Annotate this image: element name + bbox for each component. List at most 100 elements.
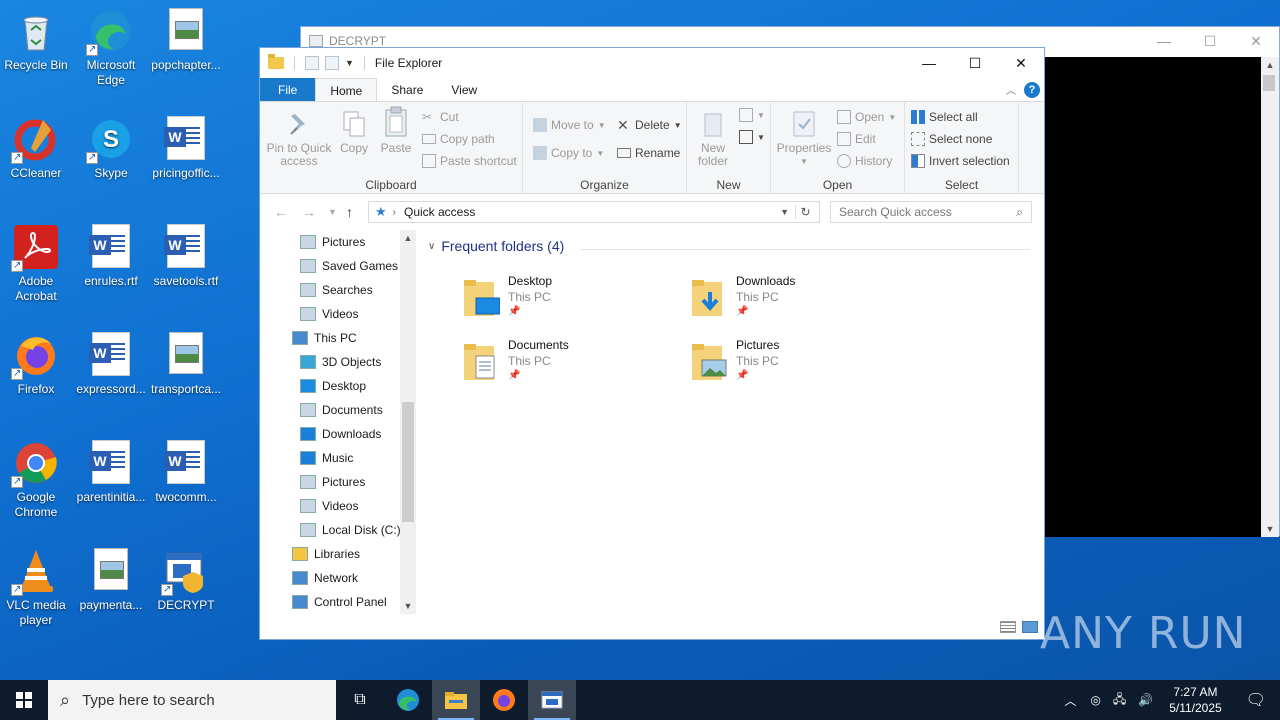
- paste-shortcut-button[interactable]: Paste shortcut: [422, 154, 517, 168]
- pin-quick-access-button[interactable]: Pin to Quick access: [266, 110, 332, 168]
- address-box[interactable]: ★ › Quick access ▼ ↻: [368, 201, 820, 223]
- history-button[interactable]: History: [837, 154, 892, 168]
- tab-view[interactable]: View: [437, 78, 491, 101]
- desktop-icon-expressord[interactable]: W expressord...: [75, 332, 147, 397]
- taskbar-firefox-button[interactable]: [480, 680, 528, 720]
- decrypt-scroll-thumb[interactable]: [1263, 75, 1275, 91]
- breadcrumb[interactable]: Quick access: [404, 205, 475, 219]
- invert-selection-button[interactable]: Invert selection: [911, 154, 1010, 168]
- nav-item-music[interactable]: Music: [300, 446, 353, 470]
- nav-item-saved-games[interactable]: Saved Games: [300, 254, 398, 278]
- search-input[interactable]: Search Quick access ⌕: [830, 201, 1032, 223]
- taskbar-file-explorer-button[interactable]: [432, 680, 480, 720]
- folder-tile-documents[interactable]: Documents This PC 📌: [462, 338, 662, 394]
- select-none-button[interactable]: Select none: [911, 132, 992, 146]
- folder-tile-pictures[interactable]: Pictures This PC 📌: [690, 338, 890, 394]
- notifications-icon[interactable]: 🗨: [1232, 690, 1280, 710]
- desktop-icon-firefox[interactable]: Firefox: [0, 332, 72, 397]
- scroll-down-icon[interactable]: ▼: [1261, 521, 1279, 537]
- new-item-button[interactable]: ▼: [739, 108, 765, 122]
- meet-now-icon[interactable]: ◎: [1084, 693, 1106, 707]
- copy-path-button[interactable]: Copy path: [422, 132, 495, 146]
- collapse-chevron-icon[interactable]: ∨: [428, 241, 435, 252]
- decrypt-close-button[interactable]: ✕: [1233, 27, 1279, 55]
- new-folder-button[interactable]: New folder: [691, 110, 735, 168]
- decrypt-maximize-button[interactable]: ☐: [1187, 27, 1233, 55]
- tab-file[interactable]: File: [260, 78, 316, 101]
- tab-share[interactable]: Share: [377, 78, 437, 101]
- folder-tile-desktop[interactable]: Desktop This PC 📌: [462, 274, 662, 330]
- refresh-icon[interactable]: ↻: [795, 205, 815, 219]
- nav-item-3d-objects[interactable]: 3D Objects: [300, 350, 381, 374]
- nav-item-desktop[interactable]: Desktop: [300, 374, 366, 398]
- folder-tile-downloads[interactable]: Downloads This PC 📌: [690, 274, 890, 330]
- taskbar-decrypt-button[interactable]: [528, 680, 576, 720]
- nav-item-network[interactable]: Network: [292, 566, 358, 590]
- desktop-icon-vlc[interactable]: VLC media player: [0, 548, 72, 628]
- nav-item-pictures[interactable]: Pictures: [300, 470, 365, 494]
- start-button[interactable]: [0, 680, 48, 720]
- desktop-icon-adobe-acrobat[interactable]: Adobe Acrobat: [0, 224, 72, 304]
- select-all-button[interactable]: Select all: [911, 110, 978, 124]
- large-icons-view-icon[interactable]: [1022, 621, 1038, 633]
- minimize-button[interactable]: —: [906, 48, 952, 78]
- frequent-folders-header[interactable]: ∨ Frequent folders (4): [428, 238, 564, 254]
- maximize-button[interactable]: ☐: [952, 48, 998, 78]
- cut-button[interactable]: ✂ Cut: [422, 110, 459, 124]
- decrypt-minimize-button[interactable]: —: [1141, 27, 1187, 55]
- desktop-icon-transportca[interactable]: transportca...: [150, 332, 222, 397]
- desktop-icon-decrypt[interactable]: DECRYPT: [150, 548, 222, 613]
- desktop-icon-enrules[interactable]: W enrules.rtf: [75, 224, 147, 289]
- explorer-titlebar[interactable]: ▼ File Explorer — ☐ ✕: [260, 48, 1044, 78]
- collapse-ribbon-icon[interactable]: ︿: [1006, 82, 1016, 97]
- delete-button[interactable]: ✕ Delete ▼: [617, 118, 682, 132]
- nav-item-pictures[interactable]: Pictures: [300, 230, 365, 254]
- scroll-up-icon[interactable]: ▲: [400, 230, 416, 246]
- desktop-icon-skype[interactable]: S Skype: [75, 116, 147, 181]
- rename-button[interactable]: Rename: [617, 146, 680, 160]
- desktop-icon-chrome[interactable]: Google Chrome: [0, 440, 72, 520]
- copy-to-button[interactable]: Copy to ▼: [533, 146, 604, 160]
- desktop-icon-paymenta[interactable]: paymenta...: [75, 548, 147, 613]
- nav-item-control-panel[interactable]: Control Panel: [292, 590, 387, 614]
- scroll-down-icon[interactable]: ▼: [400, 598, 416, 614]
- back-arrow-icon[interactable]: ←: [274, 204, 288, 220]
- breadcrumb-chevron-icon[interactable]: ›: [393, 207, 396, 218]
- show-hidden-icons-chevron-icon[interactable]: ︿: [1056, 692, 1084, 709]
- desktop-icon-savetools[interactable]: W savetools.rtf: [150, 224, 222, 289]
- network-icon[interactable]: 🖧: [1107, 690, 1132, 711]
- forward-arrow-icon[interactable]: →: [302, 204, 316, 220]
- properties-button[interactable]: Properties ▼: [775, 110, 833, 168]
- nav-scrollbar[interactable]: ▲ ▼: [400, 230, 416, 614]
- help-icon[interactable]: ?: [1024, 82, 1040, 98]
- desktop-icon-parentinitia[interactable]: W parentinitia...: [75, 440, 147, 505]
- nav-item-searches[interactable]: Searches: [300, 278, 373, 302]
- scroll-up-icon[interactable]: ▲: [1261, 57, 1279, 73]
- nav-item-videos[interactable]: Videos: [300, 302, 358, 326]
- nav-item-downloads[interactable]: Downloads: [300, 422, 381, 446]
- edit-button[interactable]: Edit: [837, 132, 876, 146]
- nav-item-libraries[interactable]: Libraries: [292, 542, 360, 566]
- nav-scroll-thumb[interactable]: [402, 402, 414, 522]
- nav-item-videos[interactable]: Videos: [300, 494, 358, 518]
- address-dropdown-icon[interactable]: ▼: [780, 207, 789, 217]
- new-folder-quick-icon[interactable]: [325, 56, 339, 70]
- file-explorer-window[interactable]: ▼ File Explorer — ☐ ✕ File Home Share Vi…: [259, 47, 1045, 640]
- desktop-icon-edge[interactable]: Microsoft Edge: [75, 8, 147, 88]
- desktop-icon-recycle-bin[interactable]: Recycle Bin: [0, 8, 72, 73]
- decrypt-scrollbar[interactable]: ▲ ▼: [1261, 57, 1279, 537]
- properties-quick-icon[interactable]: [305, 56, 319, 70]
- desktop-icon-popchapter[interactable]: popchapter...: [150, 8, 222, 73]
- taskbar-edge-button[interactable]: [384, 680, 432, 720]
- details-view-icon[interactable]: [1000, 621, 1016, 633]
- desktop-icon-ccleaner[interactable]: CCleaner: [0, 116, 72, 181]
- recent-locations-chevron-icon[interactable]: ▼: [328, 207, 337, 217]
- nav-item-this-pc[interactable]: This PC: [292, 326, 357, 350]
- taskbar-search-box[interactable]: ⌕ Type here to search: [48, 680, 336, 720]
- copy-button[interactable]: Copy: [336, 110, 372, 155]
- volume-icon[interactable]: 🔊: [1132, 693, 1159, 707]
- close-button[interactable]: ✕: [998, 48, 1044, 78]
- easy-access-button[interactable]: ▼: [739, 130, 765, 144]
- paste-button[interactable]: Paste: [376, 106, 416, 155]
- tab-home[interactable]: Home: [315, 78, 378, 101]
